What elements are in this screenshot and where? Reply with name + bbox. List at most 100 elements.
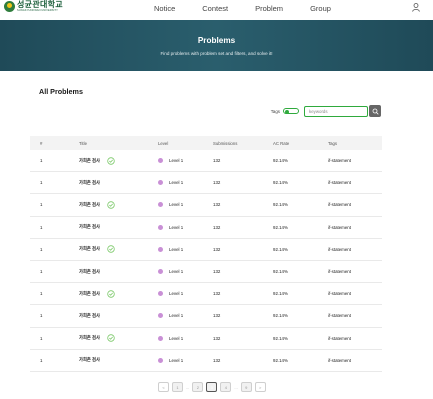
row-ac-rate: 92.14%: [273, 335, 288, 341]
nav-notice[interactable]: Notice: [154, 4, 175, 13]
table-row[interactable]: 1 가희촌 검사 Level 1 132 92.14% if-statement: [30, 350, 382, 372]
nav-problem[interactable]: Problem: [255, 4, 283, 13]
row-title[interactable]: 가희촌 검사: [79, 313, 158, 319]
check-circle-icon: [107, 290, 115, 298]
row-number: 1: [40, 269, 43, 275]
header-level[interactable]: Level: [158, 141, 213, 146]
level-dot-icon: [158, 313, 163, 319]
level-dot-icon: [158, 291, 163, 297]
row-submissions: 132: [213, 357, 221, 363]
header-number[interactable]: #: [30, 141, 79, 146]
table-body: 1 가희촌 검사 Level 1 132 92.14% if-statement…: [30, 150, 382, 372]
row-title[interactable]: 가희촌 검사: [79, 245, 158, 254]
search-button[interactable]: [369, 105, 381, 117]
nav-contest[interactable]: Contest: [202, 4, 228, 13]
header-title[interactable]: Title: [79, 141, 158, 146]
row-level: Level 1: [158, 158, 213, 164]
row-title[interactable]: 가희촌 검사: [79, 290, 158, 298]
level-dot-icon: [158, 158, 163, 164]
check-circle-icon: [107, 156, 115, 165]
header-tags[interactable]: Tags: [328, 141, 382, 146]
table-row[interactable]: 1 가희촌 검사 Level 1 132 92.14% if-statement: [30, 172, 382, 195]
problem-title[interactable]: 가희촌 검사: [79, 202, 100, 208]
problem-title[interactable]: 가희촌 검사: [79, 180, 100, 186]
main-nav: Notice Contest Problem Group: [154, 4, 358, 13]
row-submissions: 132: [213, 246, 221, 252]
table-row[interactable]: 1 가희촌 검사 Level 1 132 92.14% if-statement: [30, 150, 382, 173]
row-number: 1: [40, 180, 43, 186]
row-level: Level 1: [158, 335, 213, 341]
row-submissions: 132: [213, 158, 221, 164]
pagination-ellipsis: ...: [186, 384, 190, 390]
level-dot-icon: [158, 357, 163, 363]
row-title[interactable]: 가희촌 검사: [79, 201, 158, 209]
problem-title[interactable]: 가희촌 검사: [79, 357, 100, 363]
header-ac-rate[interactable]: AC Rate: [273, 141, 328, 146]
check-circle-icon: [107, 334, 115, 342]
page-button[interactable]: 1: [172, 382, 183, 392]
page-button[interactable]: 4: [220, 382, 232, 392]
check-circle-icon: [107, 245, 115, 254]
row-tags: if-statement: [328, 313, 351, 319]
row-title[interactable]: 가희촌 검사: [79, 156, 158, 165]
level-label: Level 1: [169, 224, 184, 230]
pagination-ellipsis: ...: [234, 384, 238, 390]
row-ac-rate: 92.14%: [273, 269, 288, 275]
filter-bar: Tags: [271, 105, 381, 117]
row-ac-rate: 92.14%: [273, 180, 288, 186]
user-icon[interactable]: [412, 3, 420, 12]
page-button[interactable]: 3: [206, 382, 218, 392]
row-tags: if-statement: [328, 246, 351, 252]
level-dot-icon: [158, 202, 163, 208]
table-row[interactable]: 1 가희촌 검사 Level 1 132 92.14% if-statement: [30, 328, 382, 350]
row-level: Level 1: [158, 202, 213, 208]
row-level: Level 1: [158, 269, 213, 275]
row-number: 1: [40, 313, 43, 319]
table-row[interactable]: 1 가희촌 검사 Level 1 132 92.14% if-statement: [30, 283, 382, 306]
row-tags: if-statement: [328, 335, 351, 341]
top-header: 성균관대학교 SUNGKYUNKWAN UNIVERSITY Notice Co…: [0, 0, 433, 20]
problem-title[interactable]: 가희촌 검사: [79, 313, 100, 319]
problem-title[interactable]: 가희촌 검사: [79, 224, 100, 230]
row-tags: if-statement: [328, 269, 351, 275]
problem-title[interactable]: 가희촌 검사: [79, 246, 100, 252]
table-row[interactable]: 1 가희촌 검사 Level 1 132 92.14% if-statement: [30, 217, 382, 239]
search-icon: [372, 108, 379, 115]
row-number: 1: [40, 246, 43, 252]
table-row[interactable]: 1 가희촌 검사 Level 1 132 92.14% if-statement: [30, 194, 382, 217]
page-button[interactable]: 2: [192, 382, 204, 392]
problem-title[interactable]: 가희촌 검사: [79, 335, 100, 341]
row-ac-rate: 92.14%: [273, 202, 288, 208]
level-label: Level 1: [169, 335, 184, 341]
search-input[interactable]: [309, 108, 367, 114]
tags-toggle[interactable]: [283, 108, 299, 114]
row-submissions: 132: [213, 313, 221, 319]
table-row[interactable]: 1 가희촌 검사 Level 1 132 92.14% if-statement: [30, 261, 382, 284]
prev-page-button[interactable]: <: [158, 382, 169, 392]
row-title[interactable]: 가희촌 검사: [79, 334, 158, 342]
level-label: Level 1: [169, 357, 184, 363]
next-page-button[interactable]: >: [254, 382, 266, 392]
row-number: 1: [40, 291, 43, 297]
row-level: Level 1: [158, 313, 213, 319]
problem-title[interactable]: 가희촌 검사: [79, 158, 100, 164]
header-submissions[interactable]: Submissions: [213, 141, 273, 146]
nav-group[interactable]: Group: [310, 4, 331, 13]
banner-subtitle: Find problems with problem set and filte…: [160, 51, 273, 56]
row-submissions: 132: [213, 335, 221, 341]
row-title[interactable]: 가희촌 검사: [79, 180, 158, 186]
row-title[interactable]: 가희촌 검사: [79, 357, 158, 363]
table-row[interactable]: 1 가희촌 검사 Level 1 132 92.14% if-statement: [30, 239, 382, 261]
row-title[interactable]: 가희촌 검사: [79, 224, 158, 230]
problem-title[interactable]: 가희촌 검사: [79, 291, 100, 297]
page-button[interactable]: 9: [240, 382, 252, 392]
check-circle-icon: [107, 201, 115, 209]
row-level: Level 1: [158, 246, 213, 252]
problem-title[interactable]: 가희촌 검사: [79, 269, 100, 275]
row-submissions: 132: [213, 180, 221, 186]
row-title[interactable]: 가희촌 검사: [79, 269, 158, 275]
table-row[interactable]: 1 가희촌 검사 Level 1 132 92.14% if-statement: [30, 305, 382, 328]
university-logo[interactable]: 성균관대학교 SUNGKYUNKWAN UNIVERSITY: [4, 0, 63, 12]
toggle-knob: [285, 109, 289, 114]
row-tags: if-statement: [328, 291, 351, 297]
